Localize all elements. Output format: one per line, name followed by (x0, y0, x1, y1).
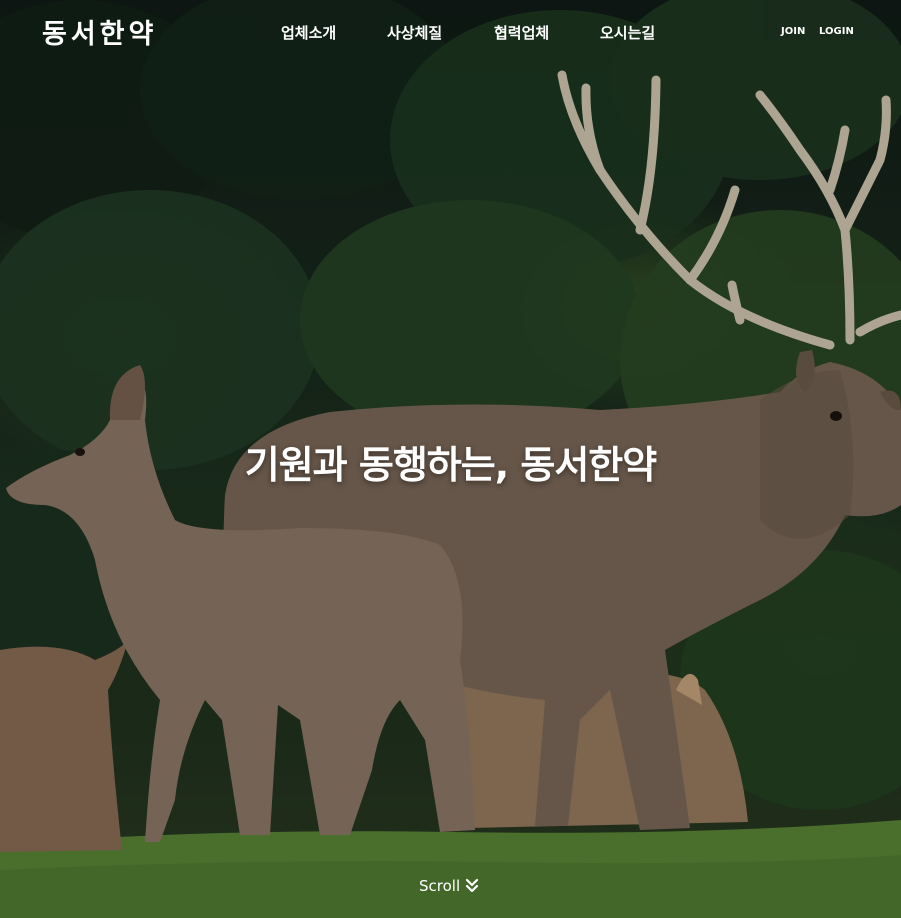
double-chevron-down-icon (466, 878, 479, 893)
hero-headline: 기원과 동행하는, 동서한약 (244, 443, 657, 487)
scroll-button[interactable]: Scroll (419, 877, 480, 895)
menu-item-constitution[interactable]: 사상체질 (387, 22, 442, 43)
menu-item-directions[interactable]: 오시는길 (600, 22, 655, 43)
menu-item-partners[interactable]: 협력업체 (494, 22, 549, 43)
hero-section: 동서한약 업체소개 사상체질 협력업체 오시는길 JOIN LOGIN 기원과 … (0, 0, 901, 918)
top-navigation: 동서한약 업체소개 사상체질 협력업체 오시는길 JOIN LOGIN (0, 0, 901, 62)
scroll-label: Scroll (419, 877, 461, 895)
menu-item-company[interactable]: 업체소개 (281, 22, 336, 43)
join-link[interactable]: JOIN (781, 26, 805, 37)
login-link[interactable]: LOGIN (819, 26, 854, 37)
main-menu: 업체소개 사상체질 협력업체 오시는길 (0, 22, 901, 44)
